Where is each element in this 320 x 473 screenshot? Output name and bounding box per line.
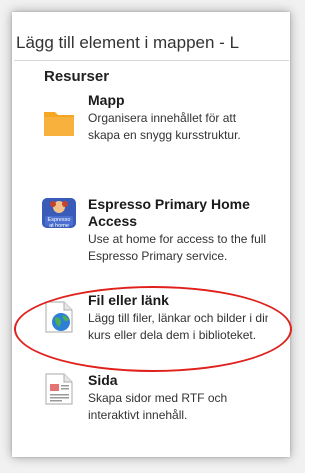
resource-name-espresso: Espresso Primary Home Access [88, 196, 250, 229]
espresso-icon-text-bottom: at home [49, 223, 69, 229]
espresso-at-home-icon: Espresso at home [42, 196, 76, 230]
title-divider [14, 60, 289, 61]
resource-name-folder: Mapp [88, 92, 125, 108]
page-icon [42, 372, 76, 406]
resource-desc-file-or-link: Lägg till filer, länkar och bilder i din… [88, 311, 268, 342]
resource-desc-page: Skapa sidor med RTF och interaktivt inne… [88, 391, 228, 422]
resource-name-file-or-link: Fil eller länk [88, 292, 169, 308]
background-panel: Lägg till element i mappen - L Resurser … [0, 0, 305, 473]
dialog-title: Lägg till element i mappen - L [16, 33, 240, 52]
resource-list: Mapp Organisera innehållet för att skapa… [36, 92, 268, 447]
resource-desc-folder: Organisera innehållet för att skapa en s… [88, 111, 241, 142]
resource-item-file-or-link[interactable]: Fil eller länk Lägg till filer, länkar o… [36, 292, 268, 352]
file-globe-icon [42, 300, 76, 334]
section-heading-resources: Resurser [44, 68, 110, 85]
folder-icon [42, 106, 76, 140]
resource-desc-espresso: Use at home for access to the full Espre… [88, 232, 267, 263]
resource-item-folder[interactable]: Mapp Organisera innehållet för att skapa… [36, 92, 266, 172]
screenshot-page: Lägg till element i mappen - L Resurser … [0, 0, 305, 473]
resource-name-page: Sida [88, 372, 118, 388]
resource-item-espresso[interactable]: Espresso at home Espresso Primary Home A… [36, 196, 266, 291]
resource-item-page[interactable]: Sida Skapa sidor med RTF och interaktivt… [36, 372, 266, 442]
